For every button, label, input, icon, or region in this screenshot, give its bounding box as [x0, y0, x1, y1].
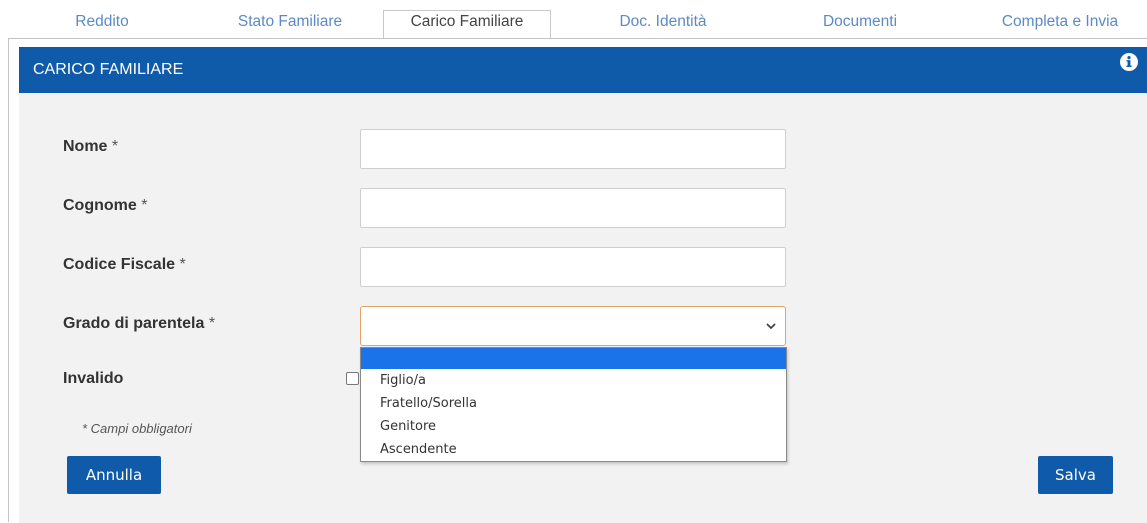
required-mark: * — [111, 138, 119, 155]
codice-fiscale-label-text: Codice Fiscale — [63, 256, 176, 273]
nome-label: Nome * — [63, 138, 118, 156]
salva-button[interactable]: Salva — [1038, 456, 1113, 494]
codice-fiscale-input[interactable] — [360, 247, 786, 287]
invalido-label-text: Invalido — [63, 370, 124, 387]
dropdown-option-figlio[interactable]: Figlio/a — [361, 369, 786, 392]
required-mark: * — [141, 197, 148, 214]
tab-doc-identita[interactable]: Doc. Identità — [604, 11, 722, 39]
dropdown-option-empty[interactable] — [361, 348, 786, 369]
grado-parentela-select[interactable] — [360, 306, 786, 346]
chevron-down-icon — [766, 323, 776, 330]
cognome-input[interactable] — [360, 188, 786, 228]
cognome-label: Cognome * — [63, 197, 147, 215]
panel-header: CARICO FAMILIARE — [19, 47, 1147, 93]
invalido-label: Invalido — [63, 370, 123, 388]
nome-label-text: Nome — [63, 138, 108, 155]
annulla-button[interactable]: Annulla — [67, 456, 161, 494]
tab-carico-familiare[interactable]: Carico Familiare — [383, 10, 551, 39]
nome-input[interactable] — [360, 129, 786, 169]
tab-documenti[interactable]: Documenti — [807, 11, 913, 39]
panel-title: CARICO FAMILIARE — [33, 61, 184, 78]
grado-parentela-label: Grado di parentela * — [63, 315, 215, 333]
tab-stato-familiare[interactable]: Stato Familiare — [225, 11, 355, 39]
form-panel-body: CARICO FAMILIARE Nome * Cognome * Codice… — [19, 47, 1147, 523]
grado-parentela-dropdown-list: Figlio/a Fratello/Sorella Genitore Ascen… — [360, 347, 787, 462]
dropdown-option-genitore[interactable]: Genitore — [361, 415, 786, 438]
required-mark: * — [208, 315, 216, 332]
dropdown-option-fratello-sorella[interactable]: Fratello/Sorella — [361, 392, 786, 415]
dropdown-option-ascendente[interactable]: Ascendente — [361, 438, 786, 461]
cognome-label-text: Cognome — [63, 197, 137, 214]
tab-bar: Reddito Stato Familiare Carico Familiare… — [0, 0, 1147, 40]
tab-reddito[interactable]: Reddito — [62, 11, 142, 39]
required-mark: * — [179, 256, 186, 273]
codice-fiscale-label: Codice Fiscale * — [63, 256, 186, 274]
form-panel: CARICO FAMILIARE Nome * Cognome * Codice… — [8, 38, 1147, 523]
info-circle-icon[interactable] — [1119, 52, 1139, 72]
grado-parentela-label-text: Grado di parentela — [63, 315, 205, 332]
required-fields-note: * Campi obbligatori — [82, 421, 192, 436]
tab-completa-invia[interactable]: Completa e Invia — [985, 11, 1135, 39]
invalido-checkbox[interactable] — [346, 372, 359, 385]
